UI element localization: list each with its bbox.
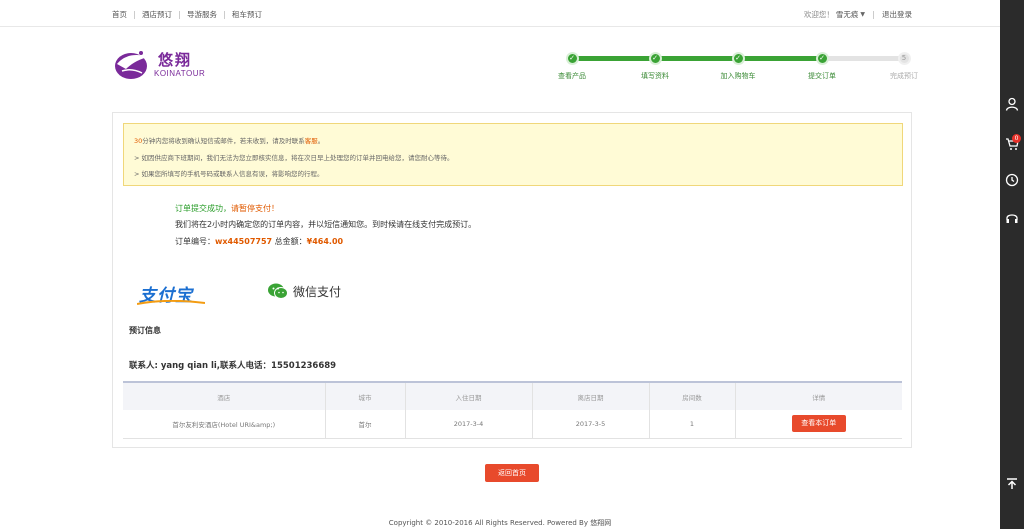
site-logo[interactable]: 悠翔 KOINATOUR [114, 47, 214, 83]
user-area: 欢迎您！ 雪无痕 ▼ 退出登录 [804, 9, 912, 20]
notice-line-2: > 如因供应商下班期间，我们无法为您立即核实信息，将在次日早上处理您的订单并回电… [134, 153, 454, 162]
booking-info-title: 预订信息 [129, 326, 161, 335]
step-label: 加入购物车 [720, 72, 756, 80]
order-result: 订单提交成功，请暂停支付！ 我们将在2小时内确定您的订单内容，并以短信通知您。到… [175, 203, 476, 252]
customer-service-link[interactable]: 客服 [305, 137, 318, 145]
footer-copyright: Copyright © 2010-2016 All Rights Reserve… [388, 519, 612, 527]
nav-home-link[interactable]: 首页 [112, 9, 127, 20]
nav-hotel-link[interactable]: 酒店预订 [142, 9, 172, 20]
check-icon: ✓ [731, 52, 745, 65]
history-icon[interactable] [1000, 168, 1024, 192]
nav-divider [179, 10, 180, 19]
username-dropdown[interactable]: 雪无痕 [836, 9, 859, 20]
user-icon[interactable] [1000, 92, 1024, 116]
pay-prompt: 请暂停支付！ [231, 204, 279, 213]
logo-cn-text: 悠翔 [158, 51, 193, 69]
step-label: 完成预订 [890, 72, 918, 80]
top-nav: 首页 酒店预订 导游服务 租车预订 [112, 9, 262, 20]
chevron-down-icon[interactable]: ▼ [860, 11, 865, 18]
step-add-cart: ✓ 加入购物车 [708, 50, 768, 81]
logo-emblem-icon [115, 51, 148, 79]
step-view-product: ✓ 查看产品 [542, 50, 602, 81]
order-no-label: 订单编号： [175, 237, 215, 246]
check-icon: ✓ [815, 52, 829, 65]
top-bar: 首页 酒店预订 导游服务 租车预订 欢迎您！ 雪无痕 ▼ 退出登录 [0, 0, 1000, 27]
step-label: 查看产品 [558, 72, 586, 80]
col-rooms: 房间数 [648, 381, 735, 410]
col-detail: 详情 [734, 381, 902, 410]
notice-box: 30分钟内您将收到确认短信或邮件，若未收到，请及时联系客服。 > 如因供应商下班… [123, 123, 903, 186]
right-sidebar: 0 [1000, 0, 1024, 529]
order-panel: 30分钟内您将收到确认短信或邮件，若未收到，请及时联系客服。 > 如因供应商下班… [112, 112, 912, 448]
user-divider [873, 10, 874, 19]
check-icon: ✓ [648, 52, 662, 65]
col-hotel: 酒店 [123, 381, 325, 410]
step-number: 5 [897, 52, 911, 65]
table-row: 首尔友利安酒店(Hotel URI&amp;) 首尔 2017-3-4 2017… [123, 410, 902, 439]
nav-divider [224, 10, 225, 19]
step-fill-info: ✓ 填写资料 [625, 50, 685, 81]
wechat-pay-button[interactable]: 微信支付 [268, 281, 341, 301]
notice-end: 。 [317, 137, 325, 145]
wechat-icon [268, 283, 288, 299]
booking-table: 酒店 城市 入住日期 离店日期 房间数 详情 首尔友利安酒店(Hotel URI… [123, 381, 902, 439]
progress-track-fill [572, 56, 824, 61]
step-complete: 5 完成预订 [874, 50, 934, 81]
logo-en-text: KOINATOUR [154, 69, 206, 78]
cart-count-badge: 0 [1012, 134, 1021, 143]
table-header-row: 酒店 城市 入住日期 离店日期 房间数 详情 [123, 381, 902, 410]
col-checkout: 离店日期 [531, 381, 649, 410]
step-label: 填写资料 [641, 72, 669, 80]
cell-checkin: 2017-3-4 [404, 410, 532, 439]
notice-line-3: > 如果您所填写的手机号码或联系人信息有误，将影响您的行程。 [134, 170, 324, 178]
back-home-button[interactable]: 返回首页 [485, 464, 539, 482]
confirm-message: 我们将在2小时内确定您的订单内容，并以短信通知您。到时候请在线支付完成预订。 [175, 220, 477, 229]
cell-rooms: 1 [648, 410, 735, 439]
cell-city: 首尔 [324, 410, 405, 439]
welcome-text: 欢迎您！ [803, 10, 834, 19]
step-label: 提交订单 [808, 72, 836, 80]
total-label: 总金额： [272, 237, 307, 246]
order-summary: 订单编号：wx44507757 总金额：¥464.00 [175, 236, 476, 252]
nav-divider [134, 10, 135, 19]
alipay-button[interactable]: 支付宝 [135, 278, 210, 306]
cell-hotel: 首尔友利安酒店(Hotel URI&amp;) [123, 410, 325, 439]
headset-icon[interactable] [1000, 206, 1024, 230]
check-icon: ✓ [565, 52, 579, 65]
cart-icon[interactable]: 0 [1000, 132, 1024, 156]
nav-car-rental-link[interactable]: 租车预订 [232, 9, 262, 20]
cell-detail: 查看本订单 [734, 410, 902, 439]
success-text: 订单提交成功， [175, 204, 231, 213]
step-submit-order: ✓ 提交订单 [792, 50, 852, 81]
notice-line-1: 30分钟内您将收到确认短信或邮件，若未收到，请及时联系客服。 [134, 133, 892, 150]
alipay-swoosh-icon [137, 300, 205, 305]
notice-text: 分钟内您将收到确认短信或邮件，若未收到，请及时联系 [142, 137, 305, 145]
logout-link[interactable]: 退出登录 [882, 9, 912, 20]
contact-info: 联系人: yang qian li,联系人电话：15501236689 [129, 361, 337, 371]
col-city: 城市 [324, 381, 405, 410]
wechat-pay-label: 微信支付 [293, 284, 342, 299]
order-progress-steps: ✓ 查看产品 ✓ 填写资料 ✓ 加入购物车 ✓ 提交订单 5 完成预订 [548, 50, 918, 86]
success-message: 订单提交成功，请暂停支付！ [175, 203, 476, 219]
total-amount: ¥464.00 [306, 237, 344, 246]
col-checkin: 入住日期 [404, 381, 532, 410]
nav-guide-link[interactable]: 导游服务 [187, 9, 217, 20]
back-to-top-icon[interactable] [1000, 472, 1024, 496]
order-no: wx44507757 [215, 237, 273, 246]
cell-checkout: 2017-3-5 [531, 410, 649, 439]
view-order-button[interactable]: 查看本订单 [791, 415, 846, 433]
